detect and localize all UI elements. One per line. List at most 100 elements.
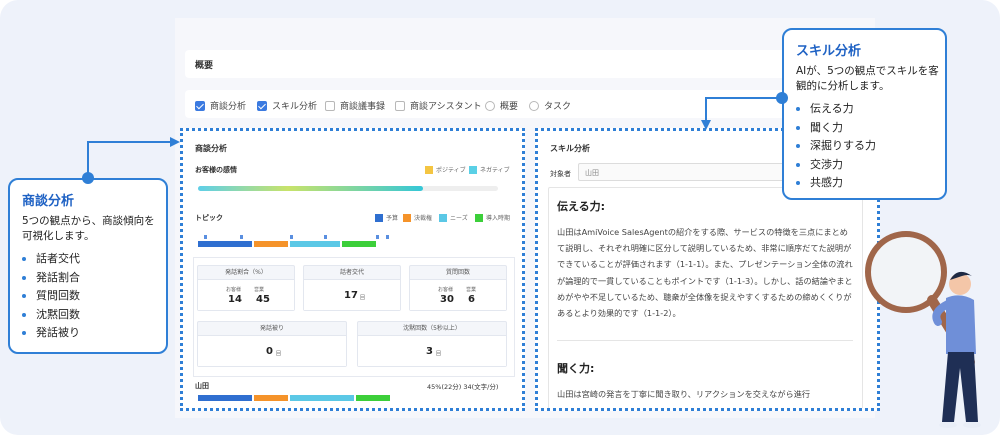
checkbox-icon[interactable]	[395, 100, 405, 111]
topic-segment	[290, 241, 340, 247]
tab-label: タスク	[544, 102, 572, 112]
callout-description: AIが、5つの観点でスキルを客観的に分析します。	[796, 65, 939, 92]
tab-meeting-analysis[interactable]: 商談分析	[195, 99, 246, 112]
divider	[557, 340, 853, 341]
speaker-timeline	[198, 395, 392, 401]
target-select[interactable]: 山田	[578, 163, 808, 181]
topic-segment	[290, 395, 354, 401]
topic-markers	[198, 235, 498, 239]
topic-segment	[198, 395, 252, 401]
timing-swatch	[475, 213, 483, 222]
legend-negative: ネガティブ	[469, 165, 510, 174]
person-shoe-icon	[939, 422, 957, 428]
tab-label: 商談分析	[210, 102, 247, 112]
talk-ratio-card: 発話割合（%） お客様 営業 14 45	[197, 265, 295, 311]
callout-title: スキル分析	[796, 44, 862, 59]
metric-label: 沈黙回数（5秒以上）	[358, 322, 506, 336]
sales-value: 6	[468, 294, 475, 305]
checkbox-icon[interactable]	[325, 100, 335, 111]
panel-title: 商談分析	[195, 144, 227, 153]
customer-value: 30	[440, 294, 454, 305]
view-toggle-bar: 商談分析 スキル分析 商談議事録 商談アシスタント 概要 タスク	[185, 90, 865, 118]
topic-timeline	[198, 241, 378, 247]
sales-label: 営業	[466, 287, 477, 293]
panel-title: スキル分析	[550, 144, 590, 153]
list-item: 聞く力	[796, 119, 876, 138]
callout-title: 商談分析	[22, 194, 75, 209]
metric-label: 発話割合（%）	[198, 266, 294, 280]
budget-swatch	[375, 213, 383, 222]
topic-segment	[254, 395, 288, 401]
metric-label: 発話被り	[198, 322, 346, 336]
legend-timing: 導入時期	[475, 213, 510, 222]
sentiment-title: お客様の感情	[195, 166, 237, 174]
callout-list: 話者交代 発話割合 質問回数 沈黙回数 発話被り	[22, 250, 80, 343]
customer-label: お客様	[226, 287, 242, 293]
customer-label: お客様	[438, 287, 454, 293]
person-magnifier-illustration	[865, 231, 981, 428]
skill-text: 山田はAmiVoice SalesAgentの紹介をする際、サービスの特徴を三点…	[557, 227, 853, 319]
checkbox-checked-icon[interactable]	[195, 100, 205, 111]
sales-label: 営業	[254, 287, 265, 293]
positive-swatch	[425, 165, 433, 174]
negative-swatch	[469, 165, 477, 174]
tab-minutes[interactable]: 商談議事録	[325, 99, 385, 112]
target-label: 対象者	[550, 170, 571, 178]
speaker-stat: 45%(22分) 34(文字/分)	[427, 383, 499, 391]
skill-text: 山田は宮崎の発言を丁寧に聞き取り、リアクションを交えながら進行	[557, 389, 811, 399]
meeting-analysis-callout: 商談分析 5つの観点から、商談傾向を可視化します。 話者交代 発話割合 質問回数…	[8, 178, 168, 354]
metric-label: 質問回数	[410, 266, 506, 280]
legend-label: 決裁権	[414, 215, 433, 222]
speaker-change-card: 話者交代 17 回	[303, 265, 401, 311]
skill-heading: 伝える力:	[557, 200, 606, 213]
metric-unit: 回	[276, 351, 282, 357]
list-item: 深掘りする力	[796, 137, 876, 156]
callout-list: 伝える力 聞く力 深掘りする力 交渉力 共感力	[796, 100, 876, 193]
tab-skill-analysis[interactable]: スキル分析	[257, 99, 317, 112]
metric-value: 17	[344, 290, 358, 301]
summary-bar[interactable]: 概要	[185, 50, 865, 78]
skill-heading: 聞く力:	[557, 362, 595, 375]
speaker-name: 山田	[195, 382, 209, 390]
list-item: 交渉力	[796, 156, 876, 175]
legend-label: 導入時期	[486, 215, 511, 222]
target-value: 山田	[585, 169, 599, 177]
legend-authority: 決裁権	[403, 213, 432, 222]
tab-label: スキル分析	[272, 102, 318, 112]
metric-unit: 回	[436, 351, 442, 357]
tab-overview[interactable]: 概要	[485, 99, 518, 112]
tab-label: 商談アシスタント	[410, 102, 482, 112]
topic-segment	[342, 241, 376, 247]
person-legs-icon	[942, 352, 978, 422]
skill-analysis-callout: スキル分析 AIが、5つの観点でスキルを客観的に分析します。 伝える力 聞く力 …	[782, 28, 947, 200]
connector-dot	[82, 172, 94, 184]
tab-tasks[interactable]: タスク	[529, 99, 571, 112]
legend-label: 予算	[386, 215, 399, 222]
person-shoe-icon	[963, 422, 981, 428]
authority-swatch	[403, 213, 411, 222]
skill-report-scroll[interactable]: 伝える力: 山田はAmiVoice SalesAgentの紹介をする際、サービス…	[548, 187, 863, 408]
checkbox-icon[interactable]	[529, 100, 539, 111]
silence-card: 沈黙回数（5秒以上） 3 回	[357, 321, 507, 367]
checkbox-checked-icon[interactable]	[257, 100, 267, 111]
legend-label: ネガティブ	[480, 167, 510, 174]
topic-segment	[356, 395, 390, 401]
tab-label: 概要	[500, 102, 519, 112]
list-item: 共感力	[796, 174, 876, 193]
checkbox-icon[interactable]	[485, 100, 495, 111]
topic-segment	[198, 241, 252, 247]
sales-value: 45	[256, 294, 270, 305]
metric-unit: 回	[360, 295, 366, 301]
tab-assistant[interactable]: 商談アシスタント	[395, 99, 482, 112]
topic-segment	[254, 241, 288, 247]
needs-swatch	[439, 213, 447, 222]
list-item: 沈黙回数	[22, 306, 80, 325]
legend-label: ニーズ	[450, 215, 468, 222]
list-item: 発話被り	[22, 324, 80, 343]
summary-label: 概要	[195, 61, 214, 71]
meeting-analysis-panel: 商談分析 お客様の感情 ポジティブ ネガティブ トピック 予算 決裁権 ニーズ …	[180, 128, 525, 411]
overlap-card: 発話被り 0 回	[197, 321, 347, 367]
legend-needs: ニーズ	[439, 213, 468, 222]
list-item: 話者交代	[22, 250, 80, 269]
list-item: 質問回数	[22, 287, 80, 306]
